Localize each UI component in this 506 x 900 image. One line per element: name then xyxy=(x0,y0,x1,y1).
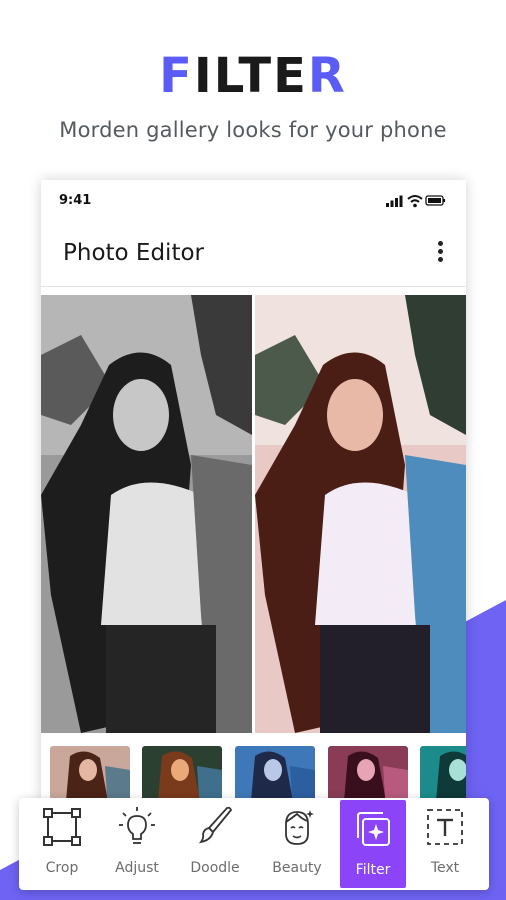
tool-text-label: Text xyxy=(430,860,460,876)
tool-filter[interactable]: Filter xyxy=(340,800,406,888)
crop-icon xyxy=(43,808,81,846)
status-icons xyxy=(386,195,446,208)
face-icon xyxy=(285,810,314,845)
filter-icon xyxy=(357,812,390,846)
status-time: 9:41 xyxy=(59,193,92,208)
page-subtitle: Morden gallery looks for your phone xyxy=(59,118,447,142)
tool-doodle[interactable]: Doodle xyxy=(181,798,249,890)
tool-filter-label: Filter xyxy=(355,862,391,878)
page-headline: FILTER xyxy=(159,48,347,104)
tool-text[interactable]: Text xyxy=(411,798,479,890)
editor-toolbar: Crop Adjust Doodle Beauty Filter Text xyxy=(19,798,489,890)
more-vert-icon xyxy=(437,241,443,246)
filtered-photo[interactable] xyxy=(255,295,466,733)
app-title: Photo Editor xyxy=(63,240,204,266)
tool-doodle-label: Doodle xyxy=(190,860,240,876)
brush-icon xyxy=(198,806,233,844)
tool-crop-label: Crop xyxy=(45,860,79,876)
signal-icon xyxy=(386,195,403,207)
app-bar: Photo Editor xyxy=(41,220,466,287)
text-icon xyxy=(427,809,463,845)
original-photo[interactable] xyxy=(41,295,252,733)
tool-adjust-label: Adjust xyxy=(115,860,159,876)
more-options-button[interactable] xyxy=(428,238,452,268)
phone-mockup: 9:41 Photo Editor xyxy=(41,180,466,820)
tool-adjust[interactable]: Adjust xyxy=(103,798,171,890)
wifi-icon xyxy=(407,195,423,208)
battery-icon xyxy=(425,195,446,206)
tool-crop[interactable]: Crop xyxy=(28,798,96,890)
lightbulb-icon xyxy=(119,807,155,844)
status-bar: 9:41 xyxy=(41,180,466,220)
tool-beauty-label: Beauty xyxy=(272,860,322,876)
tool-beauty[interactable]: Beauty xyxy=(263,798,331,890)
